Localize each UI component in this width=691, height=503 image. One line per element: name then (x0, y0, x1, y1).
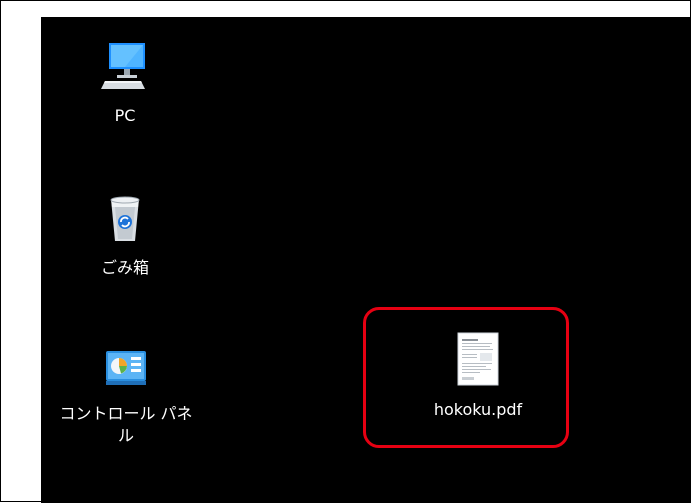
desktop-icon-label: コントロール パネル (59, 404, 193, 445)
control-panel-icon (53, 345, 199, 397)
desktop-icon-label: ごみ箱 (100, 258, 149, 277)
desktop-icon-recycle-bin[interactable]: ごみ箱 (77, 193, 173, 279)
desktop-icon-pc[interactable]: PC (77, 41, 173, 127)
desktop-icon-control-panel[interactable]: コントロール パネル (53, 345, 199, 447)
recycle-bin-icon (77, 193, 173, 251)
computer-icon (77, 41, 173, 99)
screenshot-frame: PC ごみ箱 コントロール パネル hokoku.pdf (0, 0, 691, 503)
desktop-icon-label: PC (114, 106, 136, 125)
desktop-icon-pdf-file[interactable]: hokoku.pdf (423, 331, 533, 421)
desktop: PC ごみ箱 コントロール パネル hokoku.pdf (41, 17, 691, 503)
pdf-document-icon (423, 331, 533, 393)
desktop-icon-label: hokoku.pdf (433, 400, 523, 419)
